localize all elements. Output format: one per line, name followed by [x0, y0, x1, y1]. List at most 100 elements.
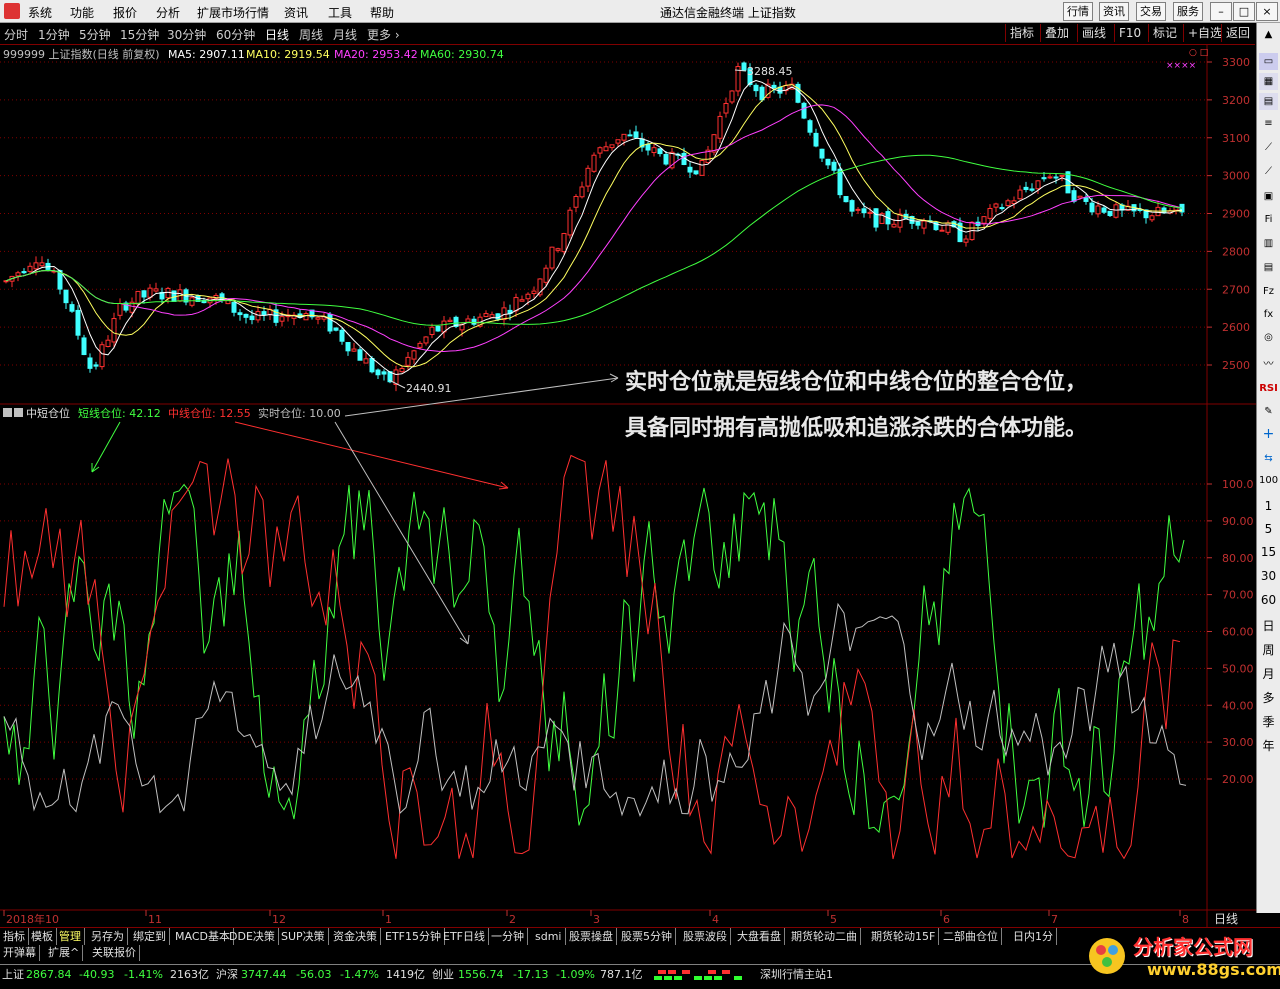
toolbar-swap-icon[interactable]: ⇆ [1259, 450, 1278, 467]
toolbar-scroll-up-icon[interactable]: ▲ [1259, 26, 1278, 43]
add-favorite-button[interactable]: +自选 [1183, 24, 1226, 42]
danmaku-button[interactable]: 开弹幕 [0, 945, 40, 961]
period-monthly[interactable]: 月线 [333, 26, 357, 43]
toolbar-box-icon[interactable]: ▣ [1259, 188, 1278, 205]
formula-tab[interactable]: 二部曲仓位 [940, 928, 1002, 945]
zoom-1[interactable]: 1 [1259, 499, 1278, 513]
toolbar-fiz-icon[interactable]: Fz [1259, 283, 1278, 300]
formula-tab[interactable]: 模板 [28, 928, 57, 945]
minimize-icon[interactable]: – [1210, 2, 1232, 21]
ma-legend-icon[interactable]: ×××× [1166, 61, 1196, 71]
candle-body [279, 316, 285, 322]
formula-tab[interactable]: 日内1分 [1010, 928, 1057, 945]
period-60min[interactable]: 60分钟 [216, 26, 255, 43]
menu-news[interactable]: 资讯 [284, 4, 308, 21]
menu-quote[interactable]: 报价 [113, 4, 137, 21]
toolbar-line-icon[interactable]: ⟋ [1259, 139, 1278, 156]
formula-tab[interactable]: MACD基本 [172, 928, 234, 945]
price-axis-label: 3300 [1222, 56, 1250, 69]
zoom-100[interactable]: 100 [1259, 475, 1278, 486]
period-5min[interactable]: 5分钟 [79, 26, 111, 43]
formula-tab[interactable]: sdmi [532, 928, 566, 945]
mark-button[interactable]: 标记 [1148, 24, 1181, 42]
indicator-button[interactable]: 指标 [1005, 24, 1038, 42]
quote-button[interactable]: 行情 [1063, 2, 1093, 21]
formula-tab[interactable]: 资金决策 [330, 928, 381, 945]
period-tick[interactable]: 分时 [4, 26, 28, 43]
toolbar-circle-icon[interactable]: ◎ [1259, 329, 1278, 346]
menu-function[interactable]: 功能 [70, 4, 94, 21]
formula-tab[interactable]: 一分钟 [488, 928, 528, 945]
toolbar-wave-icon[interactable]: 〰 [1259, 356, 1278, 373]
candle-body [585, 167, 591, 187]
formula-tab[interactable]: 股票操盘 [566, 928, 617, 945]
toolbar-icon-2[interactable]: ▦ [1259, 73, 1278, 90]
formula-tab[interactable]: 期货轮动15F [868, 928, 940, 945]
period-15min[interactable]: 15分钟 [120, 26, 159, 43]
maximize-icon[interactable]: □ [1233, 2, 1255, 21]
back-button[interactable]: 返回 [1221, 24, 1254, 42]
formula-tab[interactable]: ETF日线 [440, 928, 489, 945]
indicator-settings-icon[interactable] [14, 408, 23, 417]
period-30min[interactable]: 30分钟 [167, 26, 206, 43]
formula-tab[interactable]: 股票5分钟 [618, 928, 676, 945]
period-weekly[interactable]: 周线 [299, 26, 323, 43]
period-year[interactable]: 年 [1259, 737, 1278, 754]
candle-body [801, 102, 807, 119]
trade-button[interactable]: 交易 [1136, 2, 1166, 21]
period-daily[interactable]: 日线 [265, 26, 289, 43]
candle-body [945, 222, 951, 233]
toolbar-icon-1[interactable]: ▭ [1259, 53, 1278, 70]
period-week[interactable]: 周 [1259, 641, 1278, 658]
toolbar-icon-3[interactable]: ▤ [1259, 93, 1278, 110]
zoom-15[interactable]: 15 [1259, 545, 1278, 559]
news-button[interactable]: 资讯 [1099, 2, 1129, 21]
formula-tab[interactable]: 绑定到 [130, 928, 170, 945]
menu-help[interactable]: 帮助 [370, 4, 394, 21]
formula-tab[interactable]: 期货轮动二曲 [788, 928, 861, 945]
toolbar-fx-icon[interactable]: fx [1259, 306, 1278, 323]
period-more[interactable]: 更多 › [367, 26, 400, 43]
toolbar-bar-icon[interactable]: ▥ [1259, 235, 1278, 252]
server-station[interactable]: 深圳行情主站1 [760, 965, 833, 985]
toolbar-move-icon[interactable]: + [1259, 426, 1278, 443]
menu-extended-market[interactable]: 扩展市场行情 [197, 4, 269, 21]
linked-quote-button[interactable]: 关联报价 [89, 945, 140, 961]
f10-button[interactable]: F10 [1114, 24, 1145, 42]
toolbar-edit-icon[interactable]: ✎ [1259, 403, 1278, 420]
indicator-toggle-icon[interactable] [3, 408, 12, 417]
draw-line-button[interactable]: 画线 [1077, 24, 1110, 42]
chart-canvas[interactable]: 3300 3200 3100 3000 2900 2800 2700 2600 2500 100… [0, 44, 1256, 927]
period-quarter[interactable]: 季 [1259, 713, 1278, 730]
menu-system[interactable]: 系统 [28, 4, 52, 21]
period-month[interactable]: 月 [1259, 665, 1278, 682]
menu-analysis[interactable]: 分析 [156, 4, 180, 21]
close-icon[interactable]: × [1256, 2, 1278, 21]
right-toolbar: ▲ ▭ ▦ ▤ ≡ ⟋ ⟋ ▣ Fi ▥ ▤ Fz fx ◎ 〰 RSI ✎ +… [1256, 23, 1280, 913]
zoom-30[interactable]: 30 [1259, 569, 1278, 583]
period-1min[interactable]: 1分钟 [38, 26, 70, 43]
pane-close-icon[interactable]: ○ □ [1189, 48, 1208, 58]
formula-tab[interactable]: 管理 [56, 928, 85, 945]
period-multi[interactable]: 多 [1259, 689, 1278, 706]
toolbar-f-icon[interactable]: Fi [1259, 211, 1278, 228]
menu-tools[interactable]: 工具 [328, 4, 352, 21]
period-day[interactable]: 日 [1259, 617, 1278, 634]
formula-tab[interactable]: 股票波段 [680, 928, 731, 945]
extend-button[interactable]: 扩展^ [45, 945, 84, 961]
rsi-icon[interactable]: RSI [1259, 380, 1278, 397]
toolbar-chart-icon[interactable]: ▤ [1259, 259, 1278, 276]
formula-tab[interactable]: 另存为 [88, 928, 128, 945]
overlay-button[interactable]: 叠加 [1040, 24, 1073, 42]
toolbar-line2-icon[interactable]: ⟋ [1259, 163, 1278, 180]
zoom-5[interactable]: 5 [1259, 522, 1278, 536]
formula-tab[interactable]: 大盘看盘 [734, 928, 785, 945]
toolbar-icon-4[interactable]: ≡ [1259, 115, 1278, 132]
formula-tab[interactable]: DDE决策 [226, 928, 279, 945]
formula-tab[interactable]: SUP决策 [278, 928, 329, 945]
candle-body [399, 367, 405, 373]
formula-tab[interactable]: ETF15分钟 [382, 928, 445, 945]
service-button[interactable]: 服务 [1173, 2, 1203, 21]
zoom-60[interactable]: 60 [1259, 593, 1278, 607]
formula-tab[interactable]: 指标 [0, 928, 29, 945]
